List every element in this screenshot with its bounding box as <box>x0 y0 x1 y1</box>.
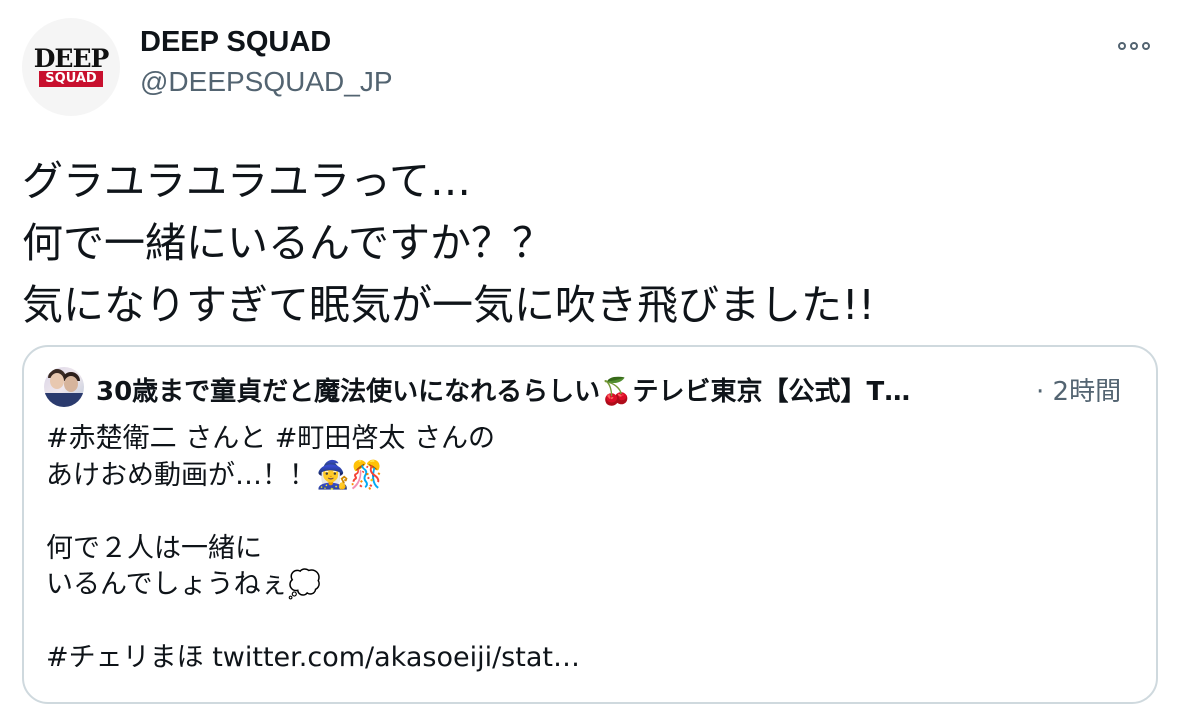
quoted-tweet[interactable]: 30歳まで童貞だと魔法使いになれるらしい🍒テレビ東京【公式】T… · 2時間 #… <box>22 345 1158 704</box>
tweet-text: グラユラユラユラって… 何で一緒にいるんですか？？ 気になりすぎて眠気が一気に吹… <box>22 157 875 329</box>
author-handle[interactable]: @DEEPSQUAD_JP <box>140 66 393 98</box>
quoted-avatar[interactable] <box>44 367 84 407</box>
dot <box>1130 42 1138 50</box>
more-horizontal-icon[interactable] <box>1118 38 1158 54</box>
logo-top-text: DEEP <box>33 43 110 73</box>
tweet: DEEP SQUAD DEEP SQUAD @DEEPSQUAD_JP グラユラ… <box>0 0 1182 728</box>
quoted-display-name[interactable]: 30歳まで童貞だと魔法使いになれるらしい🍒テレビ東京【公式】T… <box>96 371 910 408</box>
dot <box>1118 42 1126 50</box>
deep-squad-logo: DEEP SQUAD <box>24 45 118 89</box>
avatar[interactable]: DEEP SQUAD <box>22 18 120 116</box>
author-display-name[interactable]: DEEP SQUAD <box>140 26 331 59</box>
quoted-tweet-text: #赤楚衛二 さんと #町田啓太 さんの あけおめ動画が…！！🧙‍♀️🎊 何で２人… <box>46 423 580 673</box>
quoted-timestamp[interactable]: · 2時間 <box>1036 371 1121 408</box>
dot <box>1142 42 1150 50</box>
logo-bottom-text: SQUAD <box>39 70 103 87</box>
